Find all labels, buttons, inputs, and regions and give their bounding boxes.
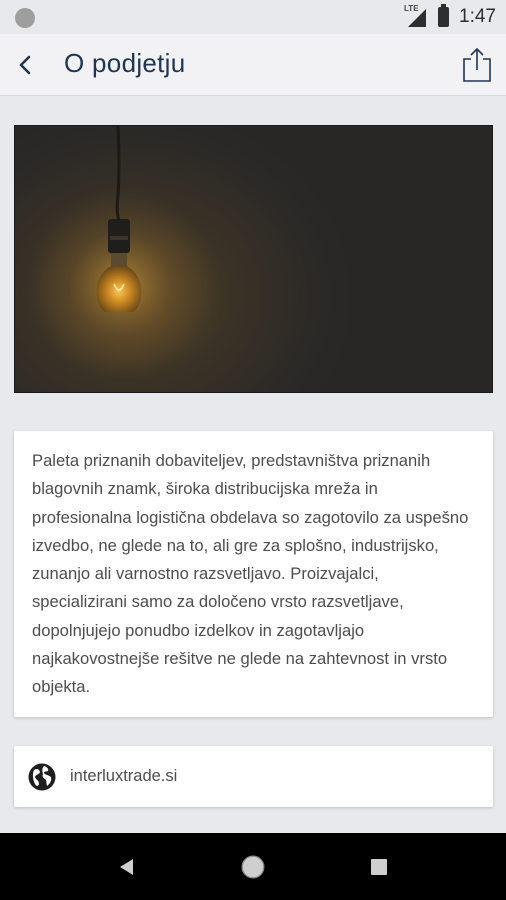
notification-dot-icon: [15, 8, 35, 28]
hero-image: [14, 125, 493, 393]
light-bulb-illustration: [26, 126, 216, 379]
nav-home-button[interactable]: [218, 833, 288, 900]
square-recents-icon: [371, 858, 387, 875]
back-button[interactable]: [4, 43, 48, 87]
status-icons: LTE 1:47: [404, 0, 496, 34]
signal-lte-icon: LTE: [404, 4, 428, 28]
company-description: Paleta priznanih dobaviteljev, predstavn…: [32, 451, 469, 697]
nav-recents-button[interactable]: [344, 833, 414, 900]
system-nav-bar: [0, 833, 506, 900]
nav-back-button[interactable]: [92, 833, 162, 900]
share-icon: [463, 47, 491, 82]
description-card: Paleta priznanih dobaviteljev, predstavn…: [14, 431, 493, 717]
status-time: 1:47: [459, 6, 496, 27]
battery-icon: [438, 4, 450, 27]
network-type-label: LTE: [404, 4, 419, 13]
website-link[interactable]: interluxtrade.si: [14, 746, 493, 807]
page-title: O podjetju: [64, 48, 186, 78]
circle-home-icon: [241, 854, 265, 879]
share-button[interactable]: [454, 42, 500, 88]
status-bar: LTE 1:47: [0, 0, 506, 34]
triangle-back-icon: [120, 858, 133, 875]
globe-icon: [28, 763, 56, 790]
app-bar: O podjetju: [0, 34, 506, 96]
website-url: interluxtrade.si: [70, 767, 178, 785]
chevron-left-icon: [19, 55, 31, 75]
